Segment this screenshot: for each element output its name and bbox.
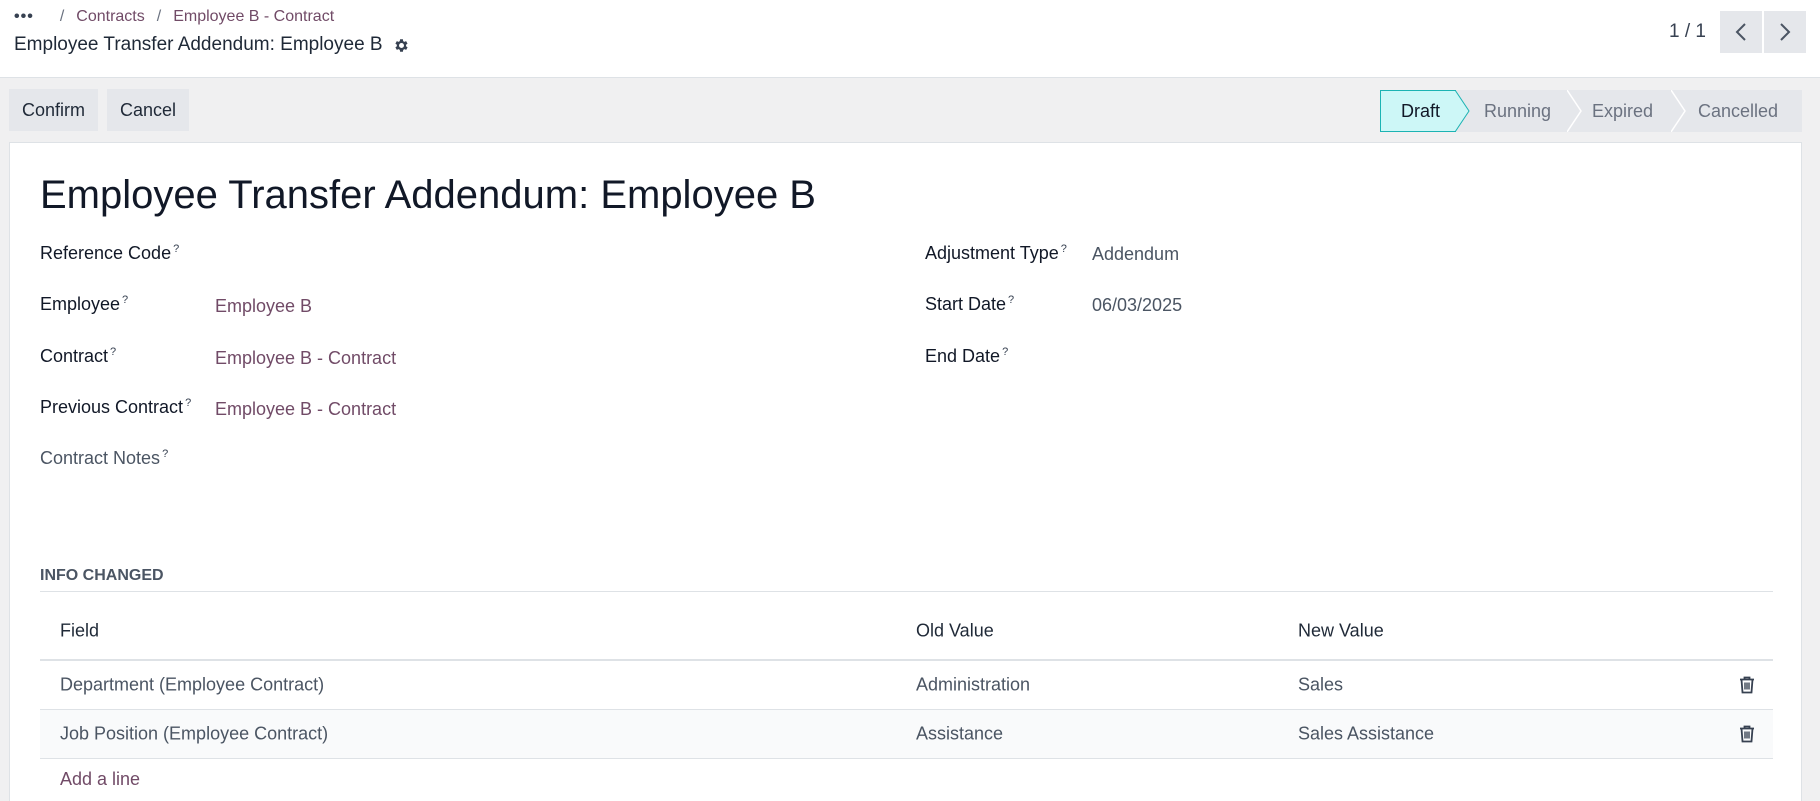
info-changed-table: Field Old Value New Value Department (Em… <box>40 603 1773 801</box>
previous-contract-label: Previous Contract? <box>40 397 192 417</box>
stage-label: Cancelled <box>1698 100 1779 121</box>
breadcrumb-overflow-button[interactable]: ••• <box>14 8 34 26</box>
pager: 1 / 1 <box>1669 11 1806 53</box>
help-tooltip-icon[interactable]: ? <box>1002 346 1008 358</box>
start-date-field[interactable]: 06/03/2025 <box>1092 295 1182 316</box>
status-bar: Draft Running Expired Cancelled <box>1380 90 1802 132</box>
row-new-value-cell[interactable]: Sales <box>1298 675 1343 696</box>
help-tooltip-icon[interactable]: ? <box>173 243 179 255</box>
previous-contract-field[interactable]: Employee B - Contract <box>215 399 396 420</box>
help-tooltip-icon[interactable]: ? <box>1061 243 1067 255</box>
add-line-row: Add a line <box>40 759 1773 801</box>
row-old-value-cell[interactable]: Administration <box>916 675 1030 696</box>
stage-label: Draft <box>1401 100 1441 121</box>
form-title[interactable]: Employee Transfer Addendum: Employee B <box>40 173 816 218</box>
start-date-label: Start Date? <box>925 294 1015 314</box>
help-tooltip-icon[interactable]: ? <box>1008 294 1014 306</box>
breadcrumb-contracts-link[interactable]: Contracts <box>76 8 144 26</box>
adjustment-type-field[interactable]: Addendum <box>1092 244 1179 265</box>
employee-label: Employee? <box>40 294 129 314</box>
record-title-bar: Employee Transfer Addendum: Employee B <box>14 34 410 56</box>
help-tooltip-icon[interactable]: ? <box>185 397 191 409</box>
form-sheet: Employee Transfer Addendum: Employee B R… <box>9 142 1802 801</box>
contract-notes-label: Contract Notes? <box>40 448 169 468</box>
end-date-label: End Date? <box>925 346 1009 366</box>
table-row[interactable]: Job Position (Employee Contract) Assista… <box>40 710 1773 759</box>
row-new-value-cell[interactable]: Sales Assistance <box>1298 724 1434 745</box>
contract-field[interactable]: Employee B - Contract <box>215 348 396 369</box>
employee-field[interactable]: Employee B <box>215 296 312 317</box>
record-title: Employee Transfer Addendum: Employee B <box>14 34 383 55</box>
gear-icon[interactable] <box>393 37 410 54</box>
row-field-cell[interactable]: Job Position (Employee Contract) <box>60 724 328 745</box>
row-old-value-cell[interactable]: Assistance <box>916 724 1003 745</box>
column-header-field[interactable]: Field <box>60 621 99 642</box>
add-line-button[interactable]: Add a line <box>60 769 140 790</box>
table-header: Field Old Value New Value <box>40 603 1773 661</box>
adjustment-type-label: Adjustment Type? <box>925 243 1067 263</box>
breadcrumb-separator: / <box>156 8 162 25</box>
column-header-new-value[interactable]: New Value <box>1298 621 1384 642</box>
stage-label: Running <box>1484 100 1552 121</box>
pager-previous-button[interactable] <box>1720 11 1762 53</box>
help-tooltip-icon[interactable]: ? <box>162 448 168 460</box>
pager-next-button[interactable] <box>1764 11 1806 53</box>
pager-counter[interactable]: 1 / 1 <box>1669 21 1706 43</box>
confirm-button[interactable]: Confirm <box>9 89 99 131</box>
chevron-left-icon <box>1735 23 1746 41</box>
breadcrumb-contract-link[interactable]: Employee B - Contract <box>173 8 334 26</box>
stage-expired[interactable]: Expired <box>1568 90 1686 132</box>
stage-label: Expired <box>1592 100 1654 121</box>
cancel-button[interactable]: Cancel <box>107 89 190 131</box>
stage-cancelled[interactable]: Cancelled <box>1672 90 1802 132</box>
help-tooltip-icon[interactable]: ? <box>122 294 128 306</box>
info-changed-section-title: INFO CHANGED <box>40 567 164 584</box>
chevron-right-icon <box>1780 23 1791 41</box>
control-panel: ••• / Contracts / Employee B - Contract … <box>0 0 1820 78</box>
section-divider <box>40 591 1773 592</box>
contract-label: Contract? <box>40 346 117 366</box>
stage-draft[interactable]: Draft <box>1380 90 1470 132</box>
trash-icon[interactable] <box>1739 676 1755 694</box>
table-row[interactable]: Department (Employee Contract) Administr… <box>40 661 1773 710</box>
row-field-cell[interactable]: Department (Employee Contract) <box>60 675 324 696</box>
reference-code-label: Reference Code? <box>40 243 180 263</box>
help-tooltip-icon[interactable]: ? <box>110 346 116 358</box>
trash-icon[interactable] <box>1739 725 1755 743</box>
breadcrumb-separator: / <box>59 8 65 25</box>
column-header-old-value[interactable]: Old Value <box>916 621 994 642</box>
stage-running[interactable]: Running <box>1456 90 1582 132</box>
breadcrumb: ••• / Contracts / Employee B - Contract <box>14 8 334 26</box>
